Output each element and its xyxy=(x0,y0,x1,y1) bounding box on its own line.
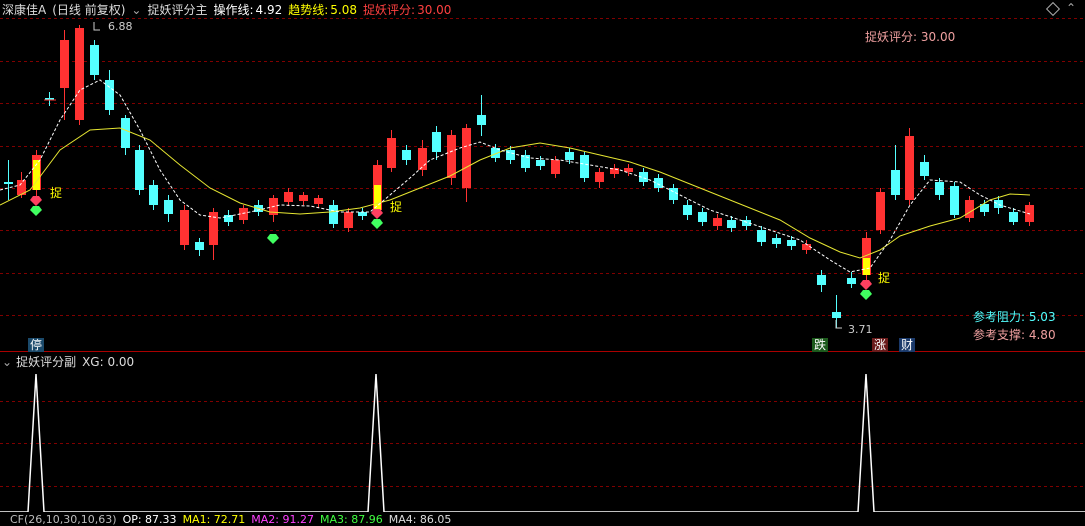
candle-body-up xyxy=(965,200,974,218)
catch-diamond xyxy=(30,196,42,206)
candle-body-up xyxy=(284,192,293,202)
candle-body-down xyxy=(847,278,856,284)
sub-header: ⌄ 捉妖评分副 XG: 0.00 xyxy=(0,352,134,372)
candle-body-up xyxy=(180,210,189,245)
candle-body-down xyxy=(787,240,796,246)
main-header: 深康佳A (日线 前复权) ⌄ 捉妖评分主 操作线: 4.92 趋势线: 5.08 捉妖评分: 3… xyxy=(0,0,1085,20)
bottom-indicator-bar: CF(26,10,30,10,63) OP: 87.33 MA1: 72.71 MA2… xyxy=(0,514,1085,526)
candle-body-down xyxy=(4,182,13,184)
candle-body-down xyxy=(832,312,841,318)
signal-body xyxy=(374,185,381,210)
candle-body-down xyxy=(121,118,130,148)
candle-body-down xyxy=(891,170,900,195)
candle-body-up xyxy=(60,40,69,88)
candle-body-down xyxy=(698,212,707,222)
op-line-value: 4.92 xyxy=(255,3,283,17)
candle-body-down xyxy=(580,155,589,178)
candle-body-down xyxy=(669,188,678,200)
score-value: 30.00 xyxy=(417,3,452,17)
candle-body-down xyxy=(402,150,411,160)
score-note: 捉妖评分: 30.00 xyxy=(865,30,956,44)
candle-body-down xyxy=(772,238,781,244)
operation-line xyxy=(0,79,1031,273)
candle-body-up xyxy=(299,195,308,201)
candle-body-down xyxy=(195,242,204,250)
candle-body-down xyxy=(105,80,114,110)
candle-body-down xyxy=(727,220,736,228)
candle-body-up xyxy=(344,212,353,228)
marker-fall: 跌 xyxy=(812,338,829,352)
candle-body-down xyxy=(994,200,1003,208)
sub-indicator-chart[interactable] xyxy=(0,360,1085,512)
resistance-label: 参考阻力: 5.03 xyxy=(973,310,1056,324)
candle-body-down xyxy=(950,186,959,215)
bottom-item-ma4: MA4: 86.05 xyxy=(388,514,452,526)
candle-body-down xyxy=(358,212,367,216)
buy-diamond xyxy=(860,290,872,300)
trend-line-value: 5.08 xyxy=(330,3,358,17)
sub-toggle-icon[interactable]: ⌄ xyxy=(2,355,12,369)
candle-body-down xyxy=(935,182,944,195)
candle-body-up xyxy=(314,198,323,204)
marker-finance: 财 xyxy=(899,338,916,352)
candle-body-up xyxy=(551,160,560,174)
candle-body-up xyxy=(447,135,456,178)
buy-diamond xyxy=(30,206,42,216)
candle-body-up xyxy=(387,138,396,168)
score-label: 捉妖评分: xyxy=(363,3,416,17)
catch-diamond xyxy=(860,280,872,290)
candle-body-down xyxy=(536,160,545,166)
candle-body-up xyxy=(418,148,427,170)
candle-body-up xyxy=(75,28,84,120)
candle-body-up xyxy=(713,218,722,226)
candle-body-down xyxy=(683,205,692,215)
bottom-item-ma2: MA2: 91.27 xyxy=(251,514,314,526)
high-price-label: 6.88 xyxy=(108,20,133,33)
candle-body-down xyxy=(477,115,486,125)
catch-label: 捉 xyxy=(50,185,62,200)
period-label: (日线 前复权) xyxy=(52,3,126,17)
candle-body-down xyxy=(817,275,826,285)
bottom-item-cf: CF(26,10,30,10,63) xyxy=(10,514,117,526)
indicator-name[interactable]: 捉妖评分主 xyxy=(147,3,207,17)
catch-label: 捉 xyxy=(390,199,402,214)
high-pointer xyxy=(93,22,100,31)
buy-diamond xyxy=(267,234,279,244)
catch-label: 捉 xyxy=(878,270,890,285)
candle-body-up xyxy=(876,192,885,230)
candle-body-up xyxy=(595,172,604,182)
candle-body-down xyxy=(565,152,574,160)
marker-halt: 停 xyxy=(28,338,45,352)
marker-rise: 涨 xyxy=(872,338,889,352)
candle-body-up xyxy=(462,128,471,188)
bottom-item-op: OP: 87.33 xyxy=(122,514,177,526)
catch-diamond xyxy=(371,209,383,219)
buy-diamond xyxy=(371,219,383,229)
candle-body-down xyxy=(521,155,530,168)
low-price-label: 3.71 xyxy=(848,323,873,336)
stock-name: 深康佳A xyxy=(2,3,47,17)
candle-body-down xyxy=(149,185,158,205)
candle-body-up xyxy=(905,136,914,200)
sub-title[interactable]: 捉妖评分副 xyxy=(16,355,76,369)
support-label: 参考支撑: 4.80 xyxy=(973,328,1056,342)
xg-value: XG: 0.00 xyxy=(82,355,135,369)
bottom-item-ma1: MA1: 72.71 xyxy=(182,514,246,526)
candlestick-chart[interactable]: 捉捉捉6.883.71 xyxy=(0,0,1085,352)
candle-body-down xyxy=(432,132,441,152)
trend-line-label: 趋势线: xyxy=(288,3,329,17)
candle-body-down xyxy=(164,200,173,214)
chart-stage[interactable]: 捉捉捉 6.88 3.71 xyxy=(0,0,1085,526)
signal-body xyxy=(863,258,870,275)
candle-body-down xyxy=(90,45,99,75)
candle-body-down xyxy=(135,150,144,190)
candle-body-down xyxy=(757,230,766,242)
candle-body-down xyxy=(329,205,338,224)
candle-body-down xyxy=(1009,212,1018,222)
op-line-label: 操作线: xyxy=(213,3,254,17)
bottom-item-ma3: MA3: 87.96 xyxy=(320,514,383,526)
indicator-toggle-icon[interactable]: ⌄ xyxy=(131,3,141,17)
candle-body-down xyxy=(920,162,929,176)
expand-chevron-icon[interactable]: ⌃ xyxy=(1066,1,1076,15)
